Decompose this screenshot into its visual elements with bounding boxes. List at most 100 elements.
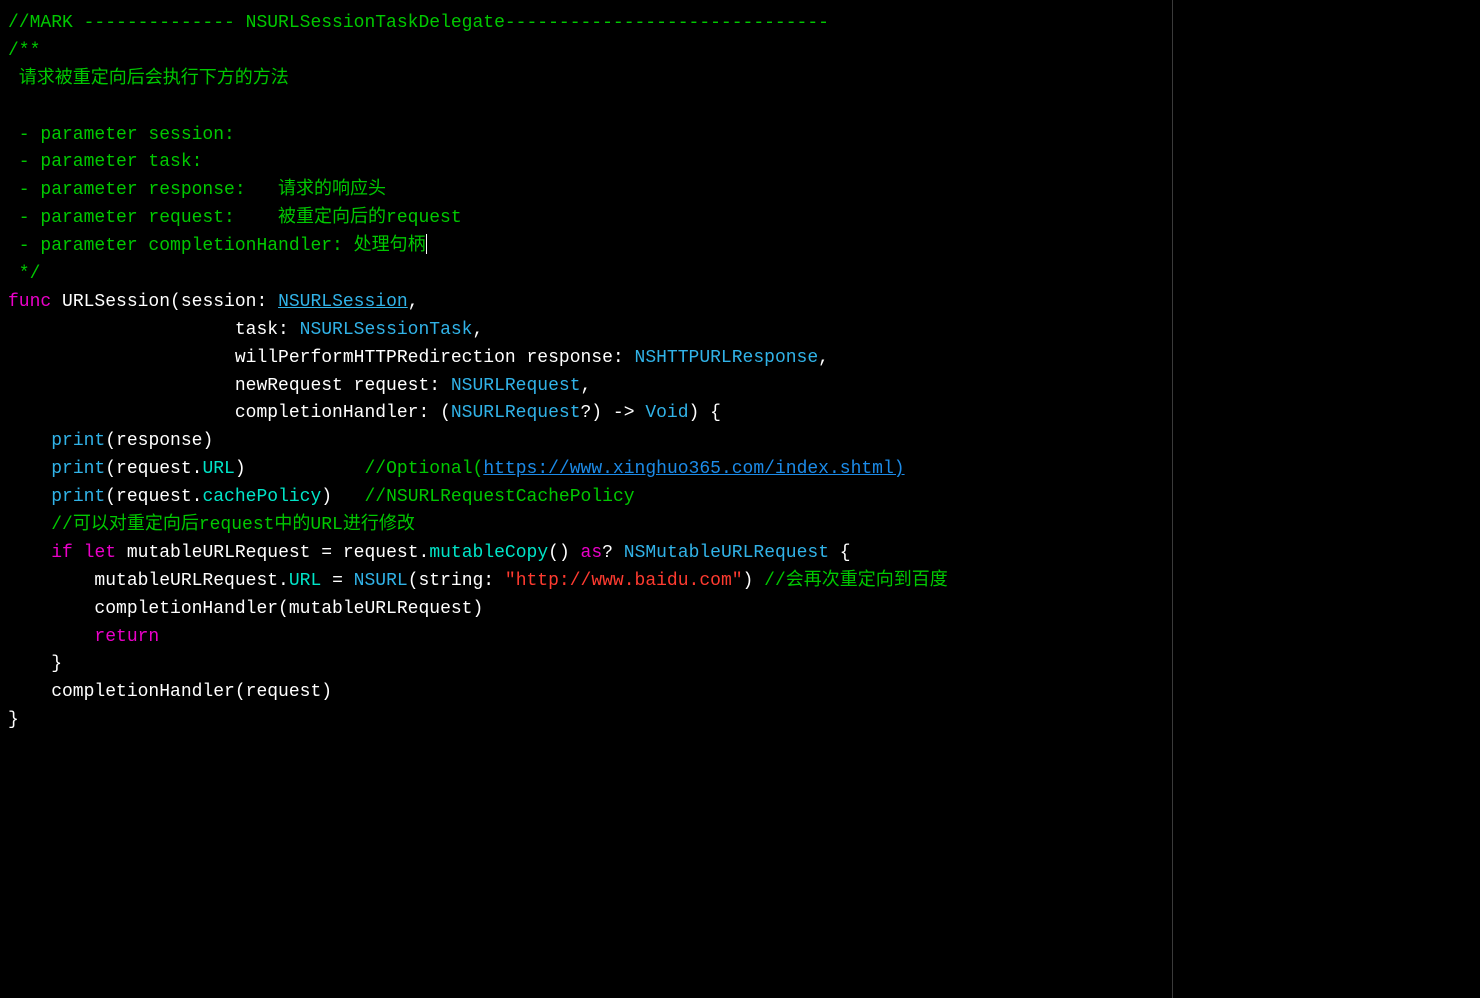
- code-token-comment: 请求被重定向后会执行下方的方法: [8, 69, 289, 89]
- code-token-punct: ,: [472, 320, 483, 340]
- code-line: newRequest request: NSURLRequest,: [8, 373, 1472, 401]
- code-token-builtin: print: [51, 487, 105, 507]
- code-token-punct: ?: [602, 543, 624, 563]
- code-token-punct: ): [743, 571, 765, 591]
- code-token-comment: - parameter completionHandler: 处理句柄: [8, 236, 426, 256]
- code-token-identifier: =: [321, 571, 353, 591]
- code-token-string: "http://www.baidu.com": [505, 571, 743, 591]
- code-token-comment: //可以对重定向后request中的URL进行修改: [51, 515, 415, 535]
- code-token-comment: //Optional(: [364, 459, 483, 479]
- code-line: return: [8, 624, 1472, 652]
- code-line: - parameter request: 被重定向后的request: [8, 205, 1472, 233]
- code-token-comment: //NSURLRequestCachePolicy: [365, 487, 635, 507]
- code-token-punct: ): [321, 487, 364, 507]
- code-token-type: NSURL: [354, 571, 408, 591]
- code-line: completionHandler(request): [8, 679, 1472, 707]
- code-token-identifier: [8, 431, 51, 451]
- code-token-comment: [8, 97, 19, 117]
- code-line: - parameter session:: [8, 122, 1472, 150]
- code-token-type: NSURLRequest: [451, 403, 581, 423]
- code-token-identifier: task:: [8, 320, 300, 340]
- code-token-punct: ,: [408, 292, 419, 312]
- code-line: //MARK -------------- NSURLSessionTaskDe…: [8, 10, 1472, 38]
- code-line: mutableURLRequest.URL = NSURL(string: "h…: [8, 568, 1472, 596]
- code-token-keyword-control: return: [94, 627, 159, 647]
- code-token-comment: //MARK -------------- NSURLSessionTaskDe…: [8, 13, 829, 33]
- code-line: }: [8, 707, 1472, 735]
- code-token-url-link: https://www.xinghuo365.com/index.shtml): [483, 459, 904, 479]
- code-token-identifier: completionHandler(request): [8, 682, 332, 702]
- code-token-identifier: URLSession(session:: [51, 292, 278, 312]
- code-token-identifier: [8, 487, 51, 507]
- code-token-builtin: print: [51, 459, 105, 479]
- code-token-punct: (): [548, 543, 580, 563]
- code-token-punct: ?) ->: [581, 403, 646, 423]
- code-token-keyword-func: func: [8, 292, 51, 312]
- code-token-method-member: URL: [289, 571, 321, 591]
- code-token-identifier: newRequest request:: [8, 376, 451, 396]
- code-token-type: Void: [645, 403, 688, 423]
- code-token-keyword-control: let: [84, 543, 116, 563]
- code-line: if let mutableURLRequest = request.mutab…: [8, 540, 1472, 568]
- code-token-punct: (request.: [105, 459, 202, 479]
- code-token-identifier: completionHandler(mutableURLRequest): [8, 599, 483, 619]
- editor-ruler: [1172, 0, 1173, 998]
- code-token-punct: ,: [818, 348, 829, 368]
- code-token-identifier: }: [8, 654, 62, 674]
- text-cursor: [426, 234, 427, 254]
- code-token-identifier: [8, 515, 51, 535]
- code-token-keyword-control: if: [51, 543, 73, 563]
- code-line: completionHandler(mutableURLRequest): [8, 596, 1472, 624]
- code-token-identifier: [73, 543, 84, 563]
- code-token-method-member: cachePolicy: [202, 487, 321, 507]
- code-token-comment: - parameter task:: [8, 152, 202, 172]
- code-token-method-member: URL: [202, 459, 234, 479]
- code-line: - parameter response: 请求的响应头: [8, 177, 1472, 205]
- code-token-punct: (request.: [105, 487, 202, 507]
- code-line: - parameter task:: [8, 149, 1472, 177]
- code-token-punct: (string:: [408, 571, 505, 591]
- code-token-type: NSURLRequest: [451, 376, 581, 396]
- code-token-comment: - parameter response: 请求的响应头: [8, 180, 386, 200]
- code-line: 请求被重定向后会执行下方的方法: [8, 66, 1472, 94]
- code-line: }: [8, 651, 1472, 679]
- code-token-keyword-as: as: [581, 543, 603, 563]
- code-token-type: NSHTTPURLResponse: [635, 348, 819, 368]
- code-token-punct: ,: [581, 376, 592, 396]
- code-line: /**: [8, 38, 1472, 66]
- code-token-identifier: [8, 459, 51, 479]
- code-line: //可以对重定向后request中的URL进行修改: [8, 512, 1472, 540]
- code-token-type-link: NSURLSession: [278, 292, 408, 312]
- code-line: task: NSURLSessionTask,: [8, 317, 1472, 345]
- code-token-identifier: completionHandler: (: [8, 403, 451, 423]
- code-token-punct: {: [829, 543, 851, 563]
- code-token-type: NSURLSessionTask: [300, 320, 473, 340]
- code-token-method-member: mutableCopy: [429, 543, 548, 563]
- code-token-identifier: [8, 543, 51, 563]
- code-line: completionHandler: (NSURLRequest?) -> Vo…: [8, 400, 1472, 428]
- code-token-identifier: }: [8, 710, 19, 730]
- code-token-punct: (response): [105, 431, 213, 451]
- code-token-comment: /**: [8, 41, 40, 61]
- code-token-builtin: print: [51, 431, 105, 451]
- code-line: print(request.cachePolicy) //NSURLReques…: [8, 484, 1472, 512]
- code-token-identifier: [8, 627, 94, 647]
- code-token-identifier: mutableURLRequest.: [8, 571, 289, 591]
- code-token-identifier: mutableURLRequest = request.: [116, 543, 429, 563]
- code-line: print(response): [8, 428, 1472, 456]
- code-line: willPerformHTTPRedirection response: NSH…: [8, 345, 1472, 373]
- code-line: func URLSession(session: NSURLSession,: [8, 289, 1472, 317]
- code-token-comment: */: [8, 264, 40, 284]
- code-token-identifier: willPerformHTTPRedirection response:: [8, 348, 635, 368]
- code-editor[interactable]: //MARK -------------- NSURLSessionTaskDe…: [8, 10, 1472, 735]
- code-token-punct: ): [235, 459, 365, 479]
- code-token-type: NSMutableURLRequest: [624, 543, 829, 563]
- code-token-comment: - parameter session:: [8, 125, 235, 145]
- code-token-comment: - parameter request: 被重定向后的request: [8, 208, 462, 228]
- code-token-punct: ) {: [689, 403, 721, 423]
- code-line: */: [8, 261, 1472, 289]
- code-line: [8, 94, 1472, 122]
- code-line: print(request.URL) //Optional(https://ww…: [8, 456, 1472, 484]
- code-token-comment: //会再次重定向到百度: [764, 571, 948, 591]
- code-line: - parameter completionHandler: 处理句柄: [8, 233, 1472, 261]
